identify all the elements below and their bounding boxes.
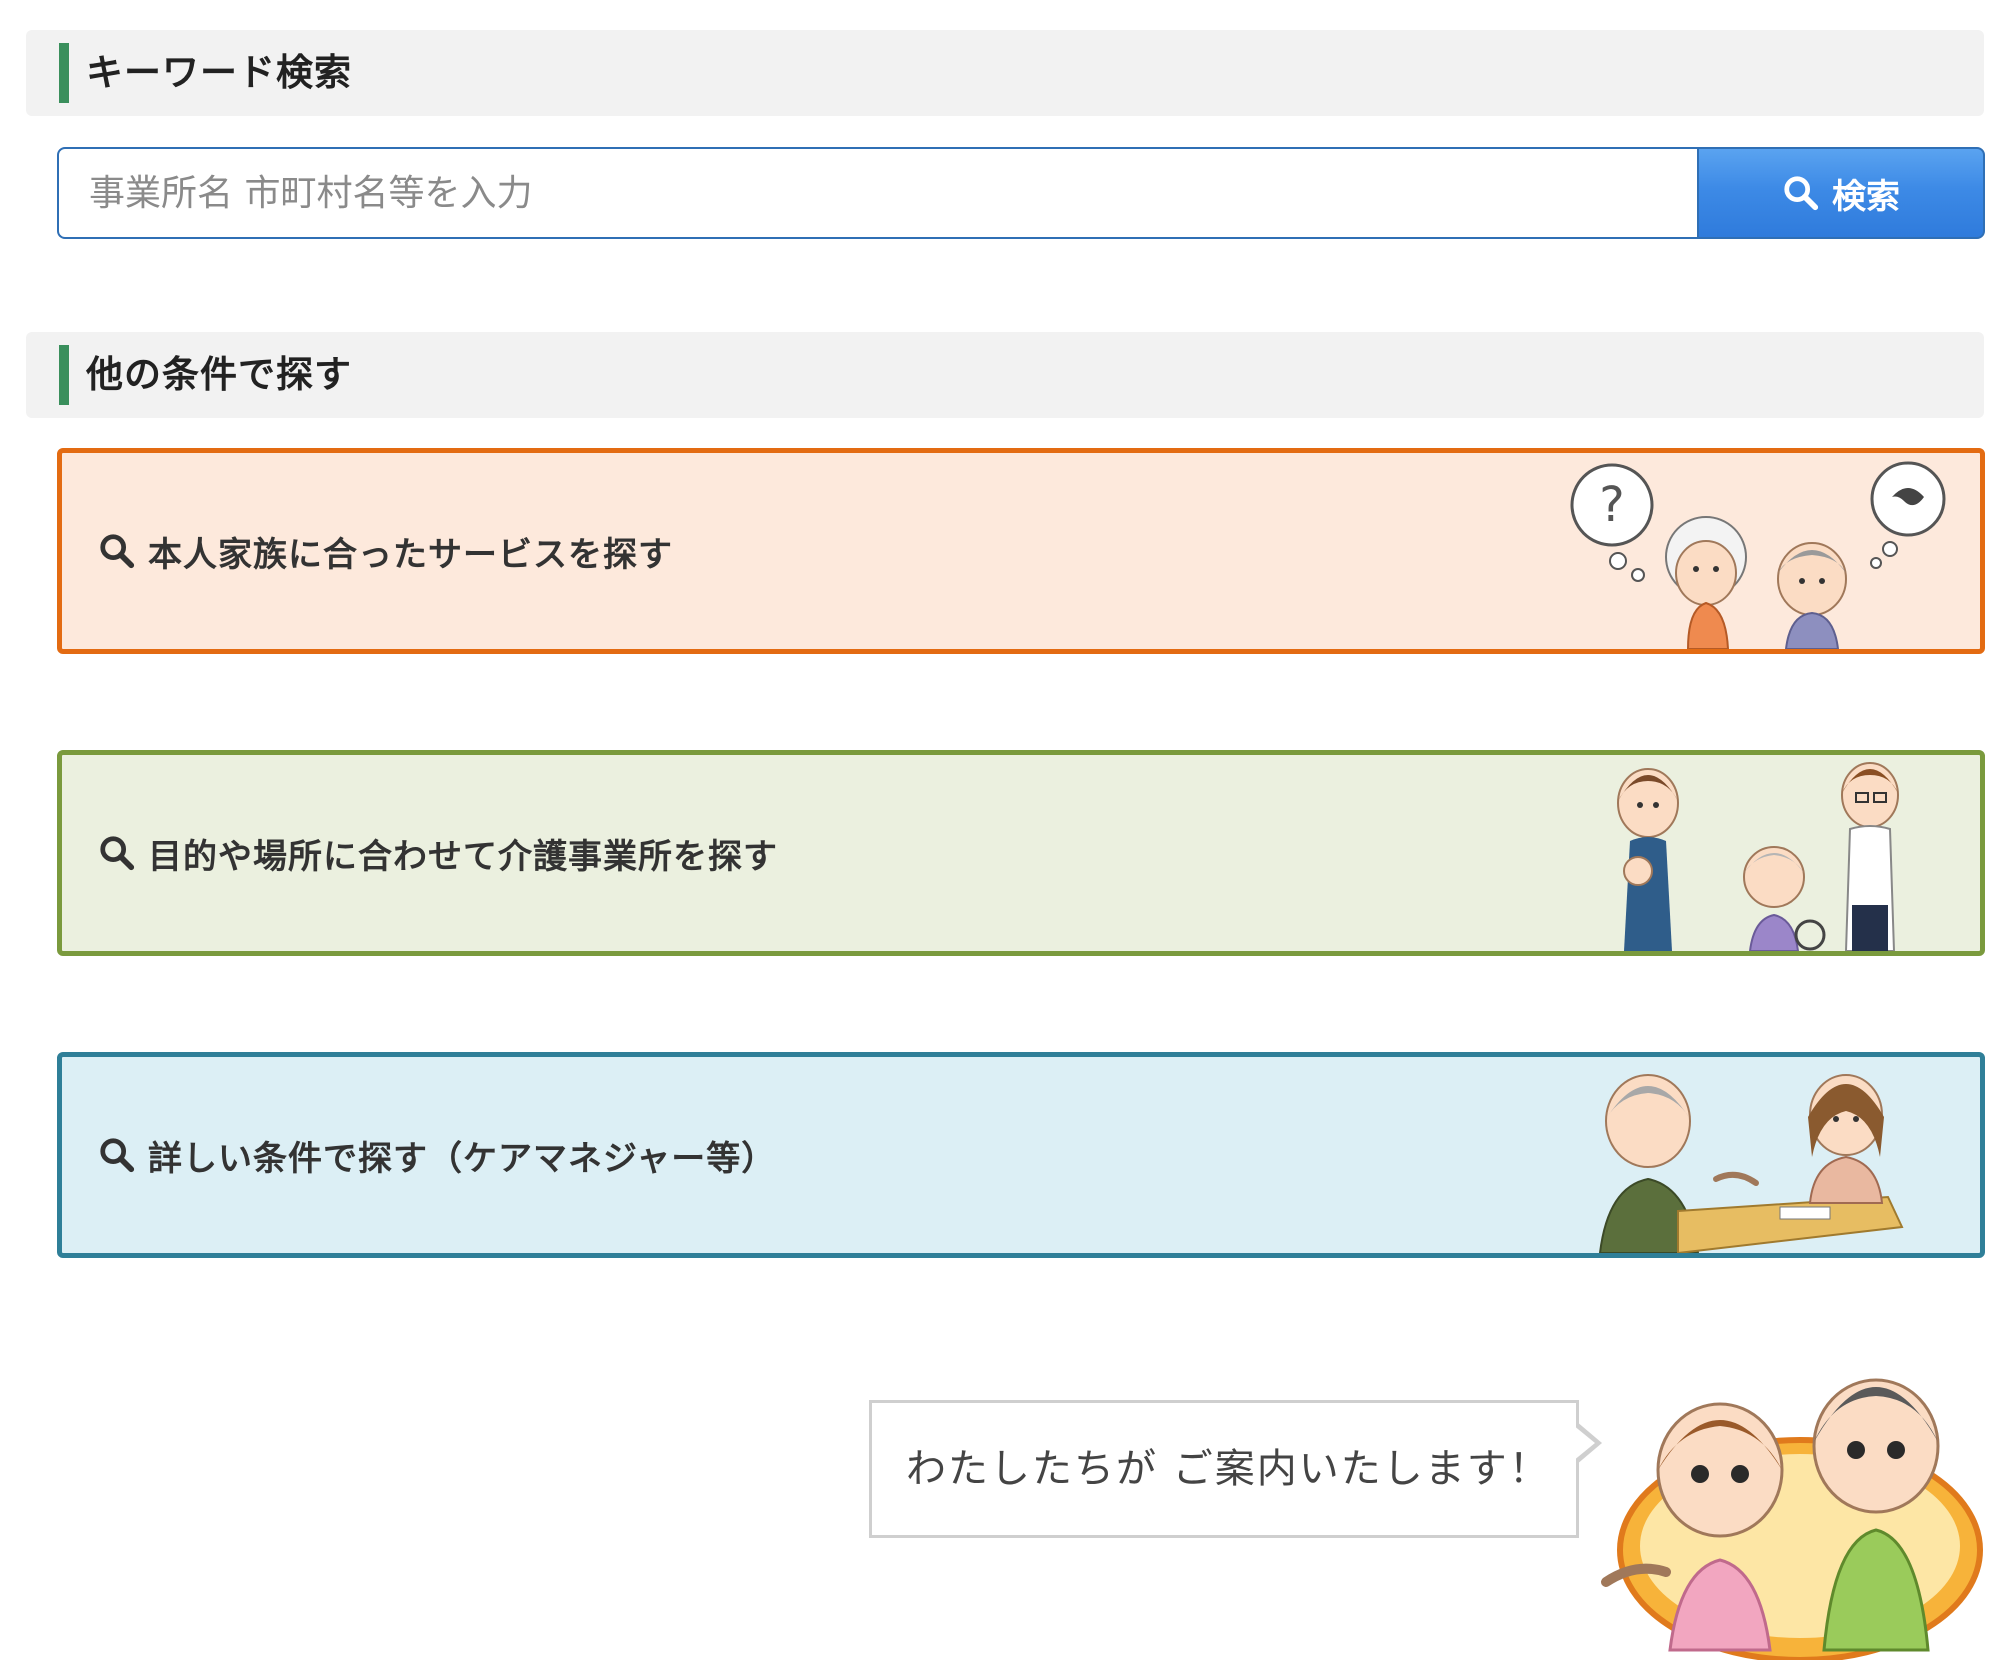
magnifier-icon [100,836,135,871]
magnifier-icon [100,1138,135,1173]
card-label: 詳しい条件で探す（ケアマネジャー等） [148,1138,777,1179]
keyword-search-heading: キーワード検索 [26,30,1984,116]
guide-speech-bubble: わたしたちが ご案内いたします！ [869,1400,1602,1538]
guide-message: わたしたちが ご案内いたします！ [906,1446,1551,1492]
card-label: 目的や場所に合わせて介護事業所を探す [148,836,778,877]
consultation-illustration [1598,1074,1904,1253]
card-label: 本人家族に合ったサービスを探す [148,534,673,575]
search-button-label: 検索 [1832,176,1900,217]
keyword-search-input[interactable] [57,147,1697,239]
keyword-search-form: 検索 [57,147,1985,239]
keyword-search-title: キーワード検索 [86,51,352,94]
other-conditions-title: 他の条件で探す [86,353,352,396]
search-by-family-fit-card[interactable]: 本人家族に合ったサービスを探す ? [57,448,1985,654]
search-by-detailed-conditions-card[interactable]: 詳しい条件で探す（ケアマネジャー等） [57,1052,1985,1258]
other-conditions-heading: 他の条件で探す [26,332,1984,418]
magnifier-icon [100,534,135,569]
heading-accent-bar [59,345,69,405]
caregivers-illustration [1617,762,1899,951]
svg-text:?: ? [1599,477,1624,533]
elderly-couple-illustration: ? [1570,461,1946,649]
search-icon [1784,176,1819,211]
heading-accent-bar [59,43,69,103]
search-by-purpose-location-card[interactable]: 目的や場所に合わせて介護事業所を探す [57,750,1985,956]
search-button[interactable]: 検索 [1697,147,1985,239]
guide-characters-illustration [1601,1378,1983,1660]
